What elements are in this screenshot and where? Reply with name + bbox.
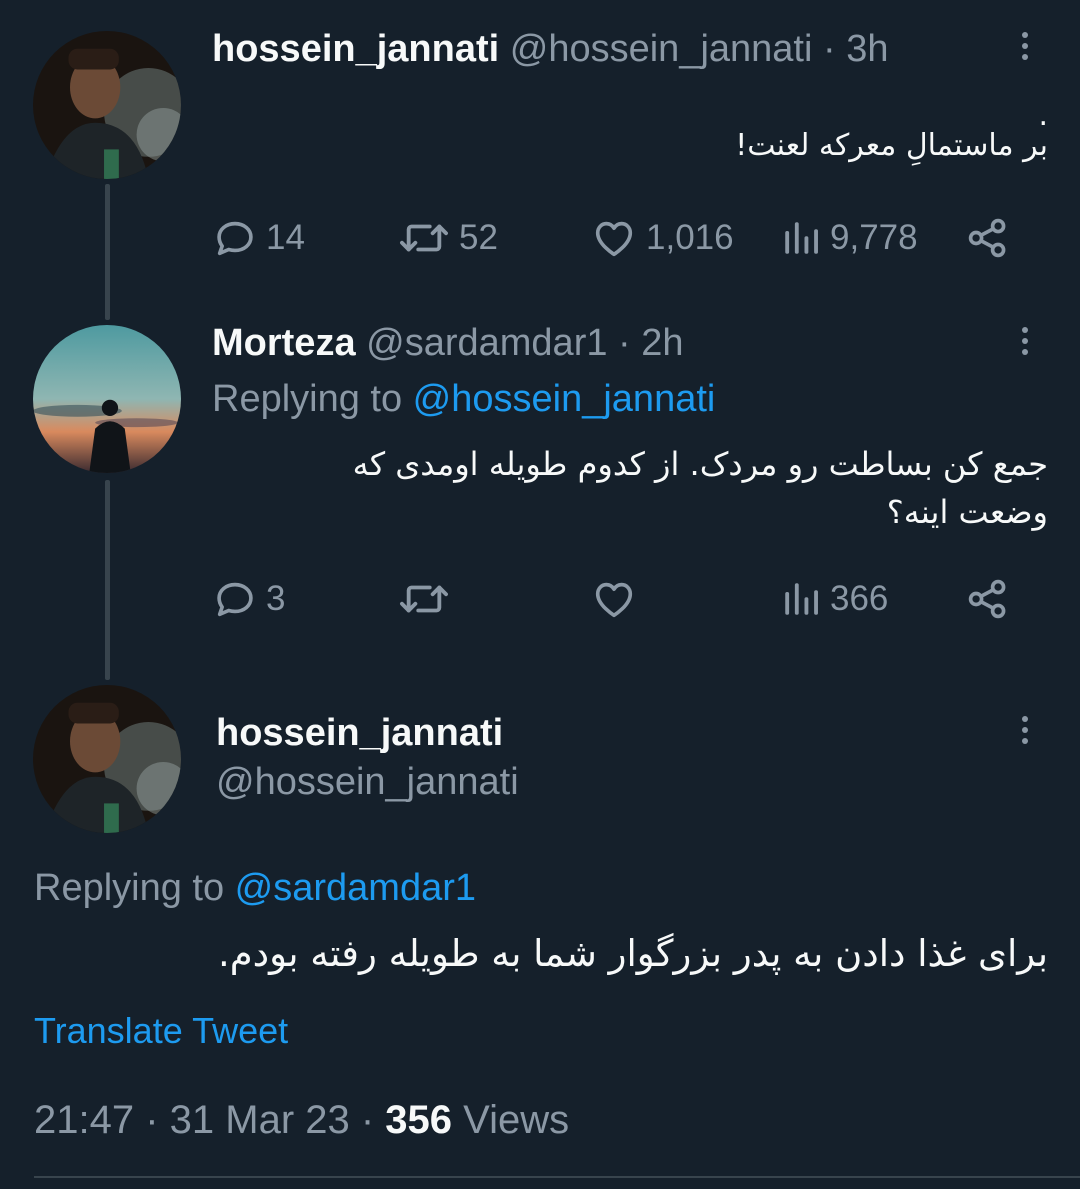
tweet-header: Morteza @sardamdar1 · 2h (212, 321, 684, 365)
views-button[interactable]: 366 (780, 574, 888, 624)
avatar[interactable] (33, 325, 181, 473)
like-button[interactable] (590, 574, 646, 624)
share-icon (968, 579, 1006, 619)
user-handle[interactable]: @hossein_jannati (216, 760, 519, 804)
tweet-actions: 3 366 (212, 574, 1022, 624)
heart-icon (595, 582, 633, 618)
tweet-text-line: بر ماستمالِ معرکه لعنت! (735, 128, 1048, 163)
retweet-icon (400, 585, 448, 613)
display-name[interactable]: Morteza (212, 322, 356, 364)
retweet-button[interactable] (397, 574, 459, 624)
views-icon (785, 222, 818, 254)
share-button[interactable] (966, 574, 1010, 624)
avatar[interactable] (33, 685, 181, 833)
reply-icon (217, 221, 253, 256)
views-button[interactable]: 9,778 (780, 213, 918, 263)
reply-icon (217, 582, 253, 617)
tweet-time[interactable]: · 2h (618, 322, 683, 364)
display-name[interactable]: hossein_jannati (216, 711, 503, 755)
tweet-text-line: جمع کن بساطت رو مردک. از کدوم طویله اومد… (352, 445, 1048, 483)
reply-button[interactable]: 14 (212, 213, 305, 263)
main-tweet-text: برای غذا دادن به پدر بزرگوار شما به طویل… (217, 932, 1048, 975)
divider (34, 1176, 1080, 1178)
retweet-button[interactable]: 52 (397, 213, 498, 263)
views-icon (785, 583, 818, 615)
replying-to: Replying to @hossein_jannati (212, 377, 715, 421)
replying-to-mention[interactable]: @hossein_jannati (413, 378, 716, 420)
replying-to-label: Replying to (212, 378, 413, 420)
tweet-text-line: وضعت اینه؟ (886, 493, 1048, 531)
heart-icon (595, 221, 633, 257)
tweet-metadata: 21:47 · 31 Mar 23 · 356 Views (34, 1098, 569, 1143)
user-handle-text[interactable]: @hossein_jannati (216, 761, 519, 803)
replying-to: Replying to @sardamdar1 (34, 866, 476, 910)
view-count: 366 (830, 579, 889, 618)
tweet-actions: 14 52 1,016 9,778 (212, 213, 1022, 263)
user-handle[interactable]: @sardamdar1 (366, 322, 607, 364)
translate-tweet-link[interactable]: Translate Tweet (34, 1010, 288, 1052)
replying-to-mention[interactable]: @sardamdar1 (235, 867, 476, 909)
views-count: 356 (385, 1098, 453, 1142)
thread-connector (105, 184, 110, 320)
more-icon[interactable] (1012, 321, 1038, 361)
replying-to-label: Replying to (34, 867, 235, 909)
more-icon[interactable] (1012, 710, 1038, 750)
views-label: Views (452, 1098, 570, 1142)
tweet-thread: hossein_jannati @hossein_jannati · 3h . … (0, 0, 1080, 1189)
reply-count: 14 (266, 218, 305, 257)
tweet-text-dot: . (1038, 98, 1048, 133)
display-name-text[interactable]: hossein_jannati (216, 712, 503, 754)
tweet-header: hossein_jannati @hossein_jannati · 3h (212, 27, 888, 71)
retweet-count: 52 (459, 218, 498, 257)
share-icon (968, 218, 1006, 258)
view-count: 9,778 (830, 218, 918, 257)
user-handle[interactable]: @hossein_jannati (510, 28, 813, 70)
reply-count: 3 (266, 579, 286, 618)
more-icon[interactable] (1012, 26, 1038, 66)
like-count: 1,016 (646, 218, 734, 257)
avatar[interactable] (33, 31, 181, 179)
share-button[interactable] (966, 213, 1010, 263)
tweet-text: جمع کن بساطت رو مردک. از کدوم طویله اومد… (212, 440, 1048, 536)
like-button[interactable]: 1,016 (590, 213, 734, 263)
thread-connector (105, 480, 110, 680)
retweet-icon (400, 224, 448, 252)
tweet-timestamp[interactable]: 21:47 · 31 Mar 23 · (34, 1098, 385, 1142)
reply-button[interactable]: 3 (212, 574, 285, 624)
display-name[interactable]: hossein_jannati (212, 28, 499, 70)
tweet-text: . بر ماستمالِ معرکه لعنت! (212, 98, 1048, 164)
tweet-time[interactable]: · 3h (823, 28, 888, 70)
